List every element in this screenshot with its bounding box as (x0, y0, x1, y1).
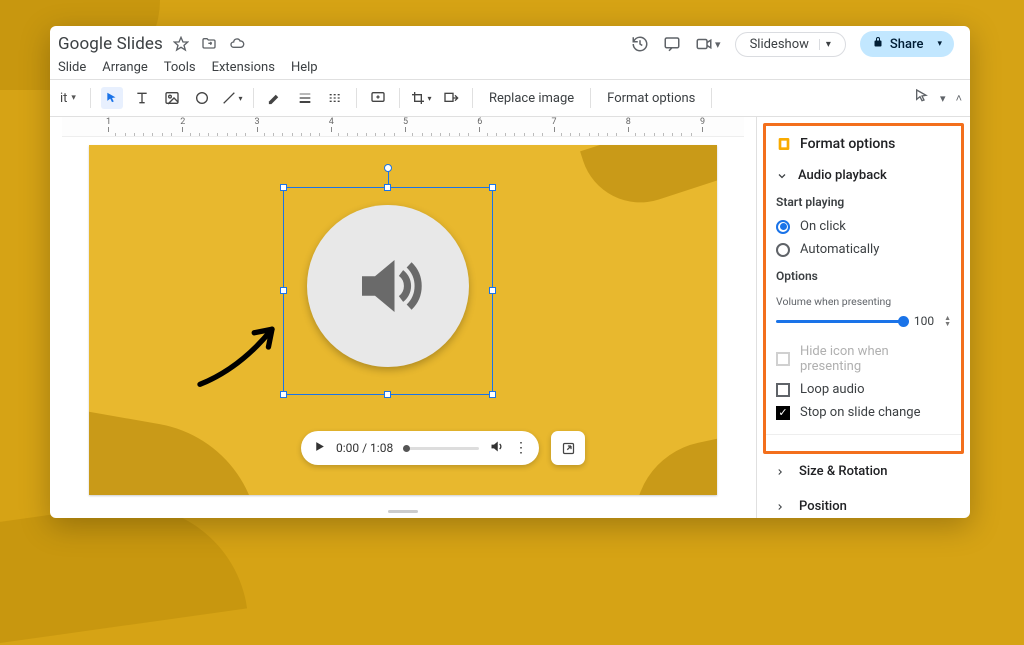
selection-box[interactable] (283, 187, 493, 395)
history-icon[interactable] (631, 35, 649, 53)
titlebar: Google Slides ▾ Sli (50, 26, 970, 60)
resize-handle[interactable] (489, 391, 496, 398)
resize-handle[interactable] (384, 391, 391, 398)
chevron-down-icon (776, 170, 788, 182)
menubar: Slide Arrange Tools Extensions Help (50, 60, 970, 79)
chevron-right-icon (775, 467, 785, 477)
app-title: Google Slides (58, 34, 163, 54)
google-slides-window: Google Slides ▾ Sli (50, 26, 970, 518)
annotation-arrow (185, 315, 295, 395)
chevron-down-icon: ▾ (238, 94, 242, 103)
volume-value[interactable]: 100 (912, 314, 934, 328)
slides-icon (776, 136, 792, 152)
zoom-fit-select[interactable]: it ▾ (58, 91, 80, 106)
menu-arrange[interactable]: Arrange (102, 60, 147, 75)
radio-automatically[interactable]: Automatically (776, 238, 951, 261)
line-tool[interactable]: ▾ (221, 87, 243, 109)
cursor-mode-icon[interactable] (914, 88, 930, 108)
format-options-title: Format options (776, 132, 951, 162)
pen-color-tool[interactable] (264, 87, 286, 109)
reset-image-tool[interactable] (440, 87, 462, 109)
resize-handle[interactable] (280, 184, 287, 191)
checkbox-loop-audio[interactable]: Loop audio (776, 378, 951, 401)
cloud-status-icon[interactable] (229, 36, 245, 52)
star-icon[interactable] (173, 36, 189, 52)
slide-decoration (89, 407, 278, 495)
volume-label: Volume when presenting (776, 289, 951, 310)
checkbox-icon (776, 383, 790, 397)
menu-slide[interactable]: Slide (58, 60, 86, 75)
resize-handle[interactable] (489, 184, 496, 191)
chevron-down-icon[interactable]: ▾ (940, 92, 946, 105)
position-section[interactable]: Position (757, 489, 970, 518)
share-button[interactable]: Share ▾ (860, 31, 954, 57)
shape-tool[interactable] (191, 87, 213, 109)
menu-extensions[interactable]: Extensions (212, 60, 275, 75)
start-playing-label: Start playing (776, 193, 951, 215)
format-options-highlight: Format options Audio playback Start play… (763, 123, 964, 454)
replace-image-button[interactable]: Replace image (483, 91, 580, 106)
options-label: Options (776, 267, 951, 289)
slide-decoration (580, 145, 717, 218)
checkbox-hide-icon: Hide icon when presenting (776, 340, 951, 378)
audio-playback-section[interactable]: Audio playback (776, 162, 951, 193)
chevron-down-icon[interactable]: ▾ (931, 39, 942, 49)
move-folder-icon[interactable] (201, 36, 217, 52)
volume-icon[interactable] (489, 439, 504, 457)
slideshow-button[interactable]: Slideshow ▾ (735, 32, 846, 57)
zoom-fit-label: it (60, 91, 67, 106)
workspace: 123456789 (50, 117, 970, 518)
share-label: Share (890, 37, 924, 52)
size-rotation-section[interactable]: Size & Rotation (757, 454, 970, 489)
line-dash-tool[interactable] (324, 87, 346, 109)
checkbox-stop-on-change[interactable]: ✓ Stop on slide change (776, 401, 951, 424)
meet-button[interactable]: ▾ (695, 35, 721, 53)
line-weight-tool[interactable] (294, 87, 316, 109)
textbox-tool[interactable] (131, 87, 153, 109)
seek-slider[interactable] (403, 447, 479, 450)
canvas-area: 123456789 (50, 117, 756, 518)
menu-help[interactable]: Help (291, 60, 318, 75)
checkbox-icon (776, 352, 790, 366)
title-status-icons (173, 36, 245, 52)
slideshow-label: Slideshow (750, 37, 809, 52)
comments-icon[interactable] (663, 35, 681, 53)
volume-slider[interactable] (776, 320, 904, 323)
radio-icon (776, 220, 790, 234)
select-tool[interactable] (101, 87, 123, 109)
collapse-toolbar-icon[interactable]: ˄ (956, 92, 962, 105)
radio-on-click[interactable]: On click (776, 215, 951, 238)
resize-handle[interactable] (384, 184, 391, 191)
format-options-sidebar: Format options Audio playback Start play… (756, 117, 970, 518)
more-icon[interactable]: ⋮ (514, 440, 527, 456)
chevron-down-icon: ▾ (71, 93, 76, 103)
radio-icon (776, 243, 790, 257)
audio-player[interactable]: 0:00 / 1:08 ⋮ (301, 431, 539, 465)
horizontal-ruler: 123456789 (62, 117, 744, 137)
chevron-down-icon: ▾ (715, 38, 721, 51)
player-time: 0:00 / 1:08 (336, 441, 393, 455)
chevron-down-icon[interactable]: ▾ (819, 39, 831, 50)
lock-icon (872, 36, 884, 52)
slide-decoration (620, 432, 717, 495)
rotate-handle[interactable] (384, 164, 392, 172)
crop-tool[interactable]: ▾ (410, 87, 432, 109)
add-comment-tool[interactable] (367, 87, 389, 109)
format-options-button[interactable]: Format options (601, 91, 701, 106)
resize-handle[interactable] (489, 287, 496, 294)
slide-canvas[interactable]: 0:00 / 1:08 ⋮ (89, 145, 717, 495)
panel-resize-handle[interactable] (50, 504, 756, 518)
chevron-down-icon: ▾ (427, 94, 431, 103)
resize-handle[interactable] (280, 287, 287, 294)
volume-stepper[interactable]: ▲▼ (944, 315, 951, 327)
image-tool[interactable] (161, 87, 183, 109)
popout-button[interactable] (551, 431, 585, 465)
chevron-right-icon (775, 502, 785, 512)
menu-tools[interactable]: Tools (164, 60, 196, 75)
play-icon[interactable] (313, 440, 326, 456)
checkbox-icon: ✓ (776, 406, 790, 420)
toolbar: it ▾ ▾ (50, 79, 970, 117)
